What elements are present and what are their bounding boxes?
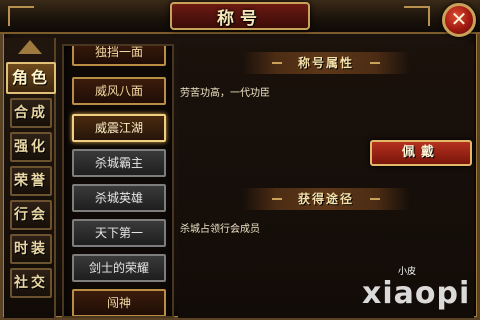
side-nav: 角色 合成 强化 荣誉 行会 时装 社交 bbox=[4, 38, 56, 318]
title-item[interactable]: 剑士的荣耀 bbox=[72, 254, 166, 282]
close-button[interactable]: ✕ bbox=[442, 3, 476, 37]
title-item[interactable]: 杀城英雄 bbox=[72, 184, 166, 212]
title-item[interactable]: 杀城霸主 bbox=[72, 149, 166, 177]
title-item[interactable]: 独挡一面 bbox=[72, 46, 166, 66]
title-item[interactable]: 天下第一 bbox=[72, 219, 166, 247]
attr-text: 劳苦功高，一代功臣 bbox=[180, 88, 270, 99]
tab-social[interactable]: 社交 bbox=[10, 268, 52, 298]
corner-ornament-icon bbox=[8, 6, 34, 26]
title-item-selected[interactable]: 威震江湖 bbox=[72, 114, 166, 142]
tab-honor[interactable]: 荣誉 bbox=[10, 166, 52, 196]
close-icon: ✕ bbox=[450, 7, 468, 31]
tab-character[interactable]: 角色 bbox=[6, 62, 56, 94]
source-text: 杀城占领行会成员 bbox=[180, 224, 260, 235]
wear-button[interactable]: 佩戴 bbox=[370, 140, 472, 166]
title-list[interactable]: 独挡一面 威风八面 威震江湖 杀城霸主 杀城英雄 天下第一 剑士的荣耀 闯神 bbox=[62, 44, 174, 318]
tab-enhance[interactable]: 强化 bbox=[10, 132, 52, 162]
tab-guild[interactable]: 行会 bbox=[10, 200, 52, 230]
source-header: 获得途径 bbox=[242, 188, 410, 210]
tab-synthesis[interactable]: 合成 bbox=[10, 98, 52, 128]
title-item[interactable]: 威风八面 bbox=[72, 77, 166, 105]
title-bar: 称号 ✕ bbox=[0, 0, 480, 37]
title-item[interactable]: 闯神 bbox=[72, 289, 166, 316]
attr-header: 称号属性 bbox=[242, 52, 410, 74]
watermark-logo: 小皮 xiaopi bbox=[362, 264, 472, 314]
nav-ornament-icon bbox=[18, 40, 42, 54]
window-title: 称号 bbox=[217, 9, 263, 29]
watermark-big: xiaopi bbox=[362, 276, 471, 311]
corner-ornament-icon bbox=[404, 6, 430, 26]
tab-fashion[interactable]: 时装 bbox=[10, 234, 52, 264]
